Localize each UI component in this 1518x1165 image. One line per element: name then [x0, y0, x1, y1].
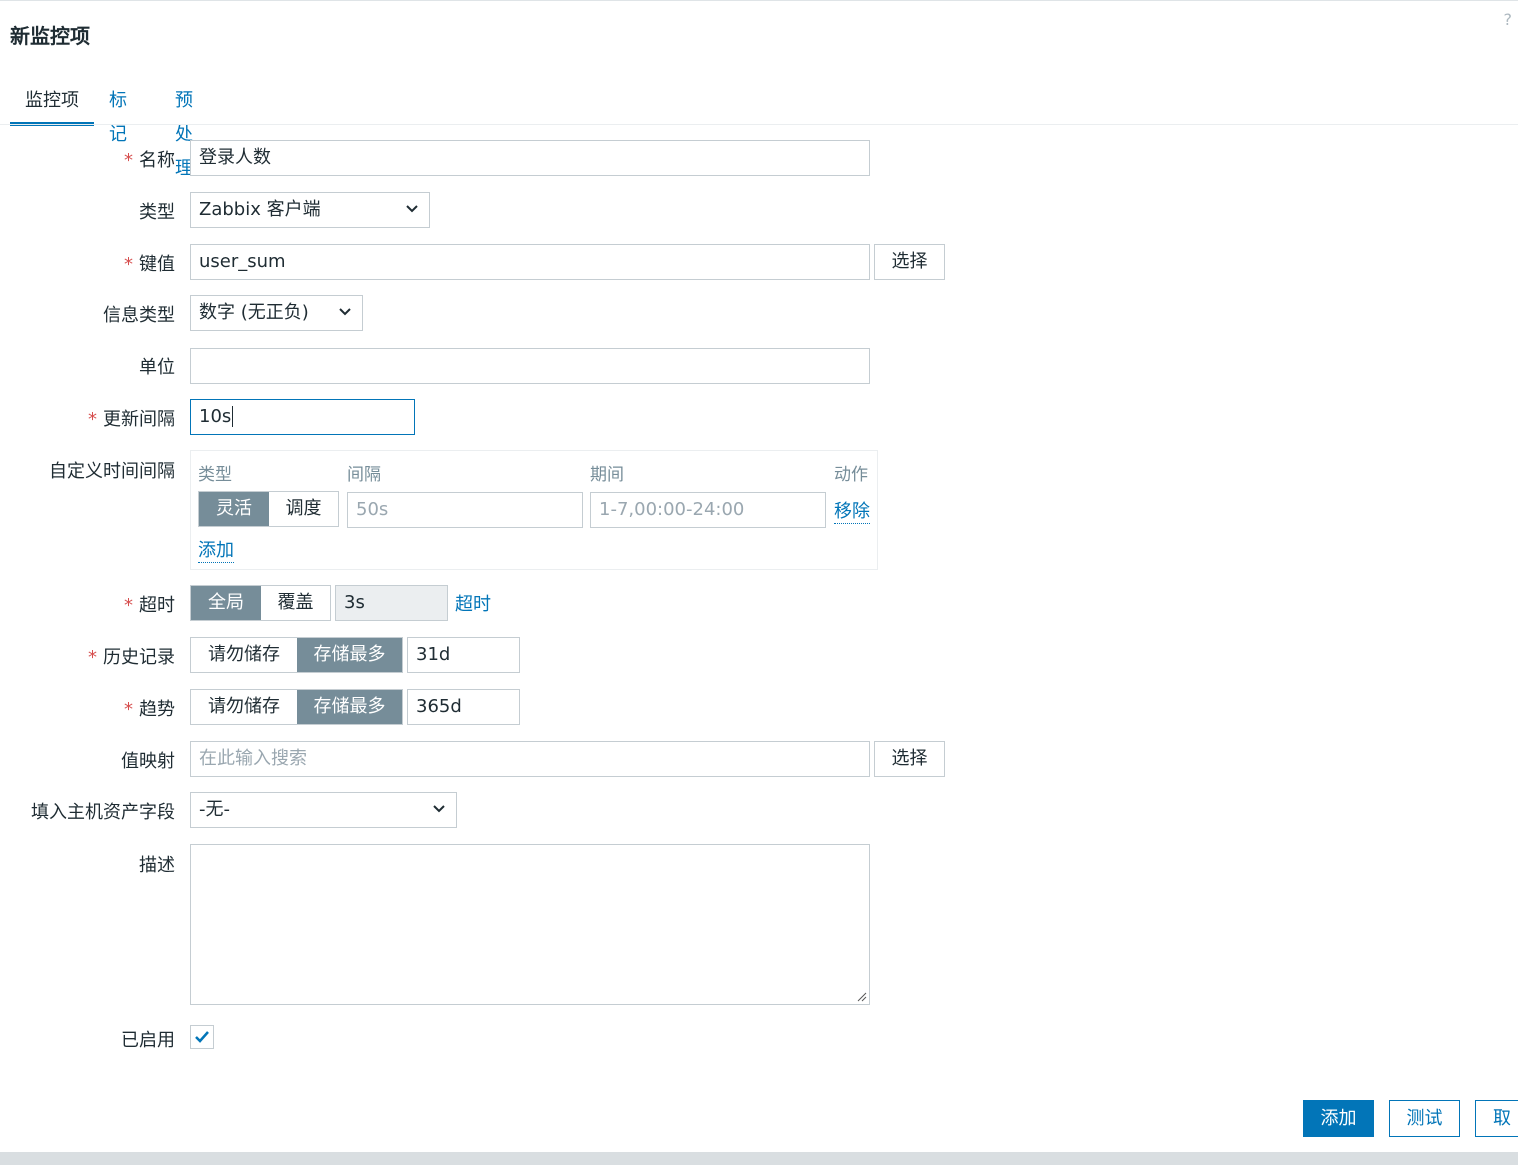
dialog-bottom-shadow: [0, 1152, 1518, 1165]
name-input[interactable]: 登录人数: [190, 140, 870, 176]
required-mark: *: [88, 409, 97, 430]
trends-label: * 趋势: [124, 699, 175, 720]
dialog-title: 新监控项: [10, 24, 90, 48]
name-label: * 名称: [124, 150, 175, 171]
tabs-divider: [0, 124, 1518, 125]
enabled-label: 已启用: [121, 1030, 175, 1051]
trends-do-not-store-option[interactable]: 请勿储存: [191, 690, 297, 724]
history-mode-toggle: 请勿储存 存储最多: [190, 637, 403, 673]
trends-mode-toggle: 请勿储存 存储最多: [190, 689, 403, 725]
required-mark: *: [124, 699, 133, 720]
custom-col-interval: 间隔: [347, 465, 381, 485]
custom-col-type: 类型: [198, 465, 232, 485]
key-label: * 键值: [124, 254, 175, 275]
timeout-global-option[interactable]: 全局: [191, 586, 261, 620]
units-input[interactable]: [190, 348, 870, 384]
info-type-select-value: 数字 (无正负): [199, 302, 309, 323]
history-store-up-to-option[interactable]: 存储最多: [297, 638, 402, 672]
chevron-down-icon: [432, 793, 446, 840]
type-label: 类型: [139, 202, 175, 223]
key-select-button[interactable]: 选择: [874, 244, 945, 280]
chevron-down-icon: [338, 296, 352, 343]
flexible-option[interactable]: 灵活: [199, 492, 269, 526]
update-interval-label: * 更新间隔: [88, 409, 175, 430]
scheduling-option[interactable]: 调度: [269, 492, 338, 526]
history-label: * 历史记录: [88, 647, 175, 668]
tab-item[interactable]: 监控项: [10, 84, 94, 126]
timeout-input: 3s: [335, 585, 448, 621]
description-textarea[interactable]: [190, 844, 870, 1005]
custom-col-period: 期间: [590, 465, 624, 485]
description-label: 描述: [139, 855, 175, 876]
dialog-top-border: [0, 0, 1518, 1]
cancel-button[interactable]: 取消: [1475, 1100, 1518, 1137]
custom-intervals-label: 自定义时间间隔: [49, 461, 175, 482]
checkmark-icon: [195, 1031, 209, 1043]
required-mark: *: [124, 595, 133, 616]
valuemap-select-button[interactable]: 选择: [874, 741, 945, 777]
inventory-select[interactable]: -无-: [190, 792, 457, 828]
timeout-link[interactable]: 超时: [455, 590, 491, 616]
key-input[interactable]: user_sum: [190, 244, 870, 280]
valuemap-search-input[interactable]: 在此输入搜索: [190, 741, 870, 777]
update-interval-input[interactable]: 10s: [190, 399, 415, 435]
chevron-down-icon: [405, 193, 419, 240]
history-do-not-store-option[interactable]: 请勿储存: [191, 638, 297, 672]
history-input[interactable]: 31d: [407, 637, 520, 673]
type-select-value: Zabbix 客户端: [199, 199, 321, 220]
add-button[interactable]: 添加: [1303, 1100, 1374, 1137]
tab-tags[interactable]: 标记: [109, 84, 127, 145]
inventory-label: 填入主机资产字段: [31, 802, 175, 823]
tab-preprocessing[interactable]: 预处理: [175, 84, 193, 179]
custom-period-input[interactable]: 1-7,00:00-24:00: [590, 492, 826, 528]
timeout-mode-toggle: 全局 覆盖: [190, 585, 331, 621]
trends-store-up-to-option[interactable]: 存储最多: [297, 690, 402, 724]
custom-interval-type-toggle: 灵活 调度: [198, 491, 339, 527]
add-interval-link[interactable]: 添加: [198, 536, 234, 563]
test-button[interactable]: 测试: [1389, 1100, 1460, 1137]
text-cursor: [232, 406, 234, 427]
custom-col-action: 动作: [834, 465, 868, 485]
timeout-label: * 超时: [124, 595, 175, 616]
units-label: 单位: [139, 357, 175, 378]
required-mark: *: [124, 254, 133, 275]
help-icon[interactable]: ?: [1504, 10, 1513, 29]
required-mark: *: [88, 647, 97, 668]
type-select[interactable]: Zabbix 客户端: [190, 192, 430, 228]
enabled-checkbox[interactable]: [190, 1025, 214, 1049]
resize-handle-icon[interactable]: [857, 992, 867, 1002]
trends-input[interactable]: 365d: [407, 689, 520, 725]
remove-interval-link[interactable]: 移除: [834, 497, 870, 524]
custom-interval-input[interactable]: 50s: [347, 492, 583, 528]
timeout-override-option[interactable]: 覆盖: [261, 586, 330, 620]
required-mark: *: [124, 150, 133, 171]
valuemap-label: 值映射: [121, 751, 175, 772]
inventory-select-value: -无-: [199, 799, 230, 820]
info-type-label: 信息类型: [103, 305, 175, 326]
info-type-select[interactable]: 数字 (无正负): [190, 295, 363, 331]
